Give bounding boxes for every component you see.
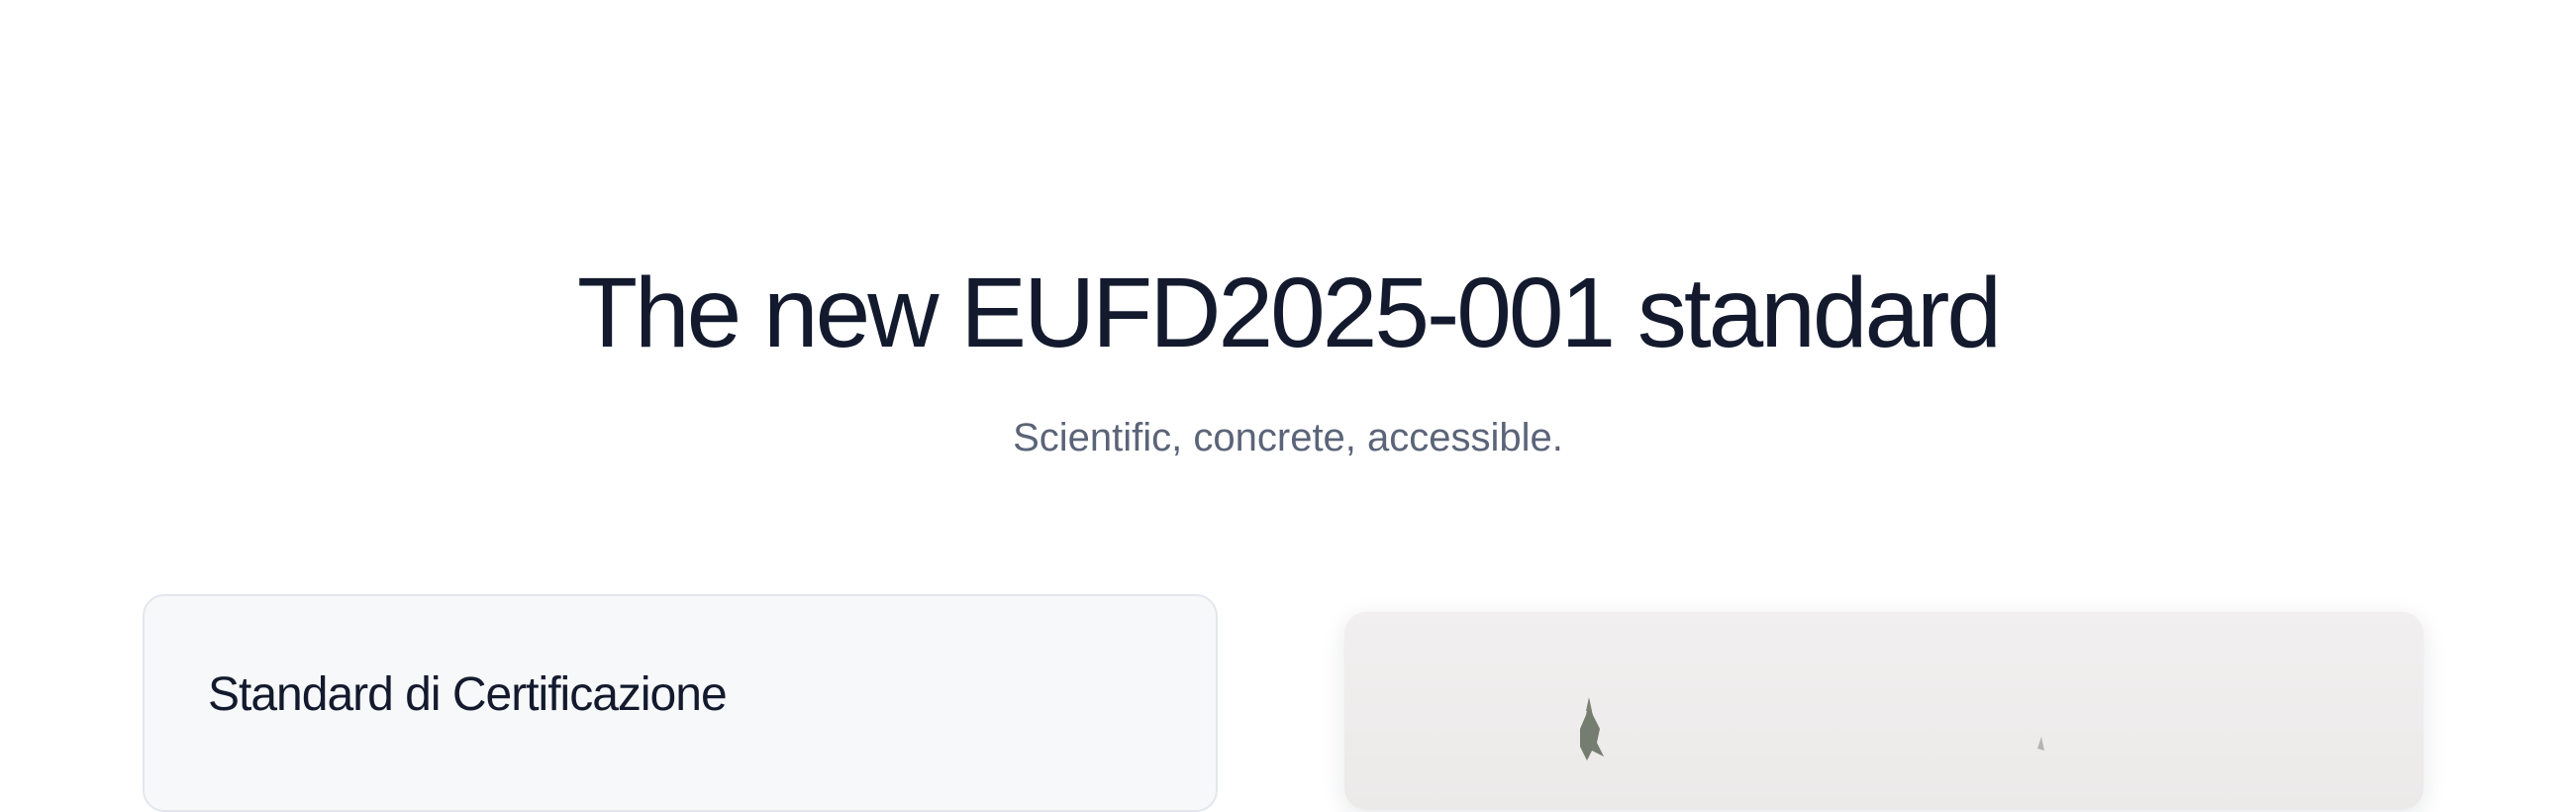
feature-image [1344, 612, 2424, 810]
plant-image-icon [1580, 697, 2044, 761]
certification-card-title: Standard di Certificazione [208, 668, 728, 721]
page-subtitle: Scientific, concrete, accessible. [1013, 416, 1563, 459]
certification-card: Standard di Certificazione [143, 594, 1218, 812]
page-title: The new EUFD2025-001 standard [576, 257, 2002, 368]
